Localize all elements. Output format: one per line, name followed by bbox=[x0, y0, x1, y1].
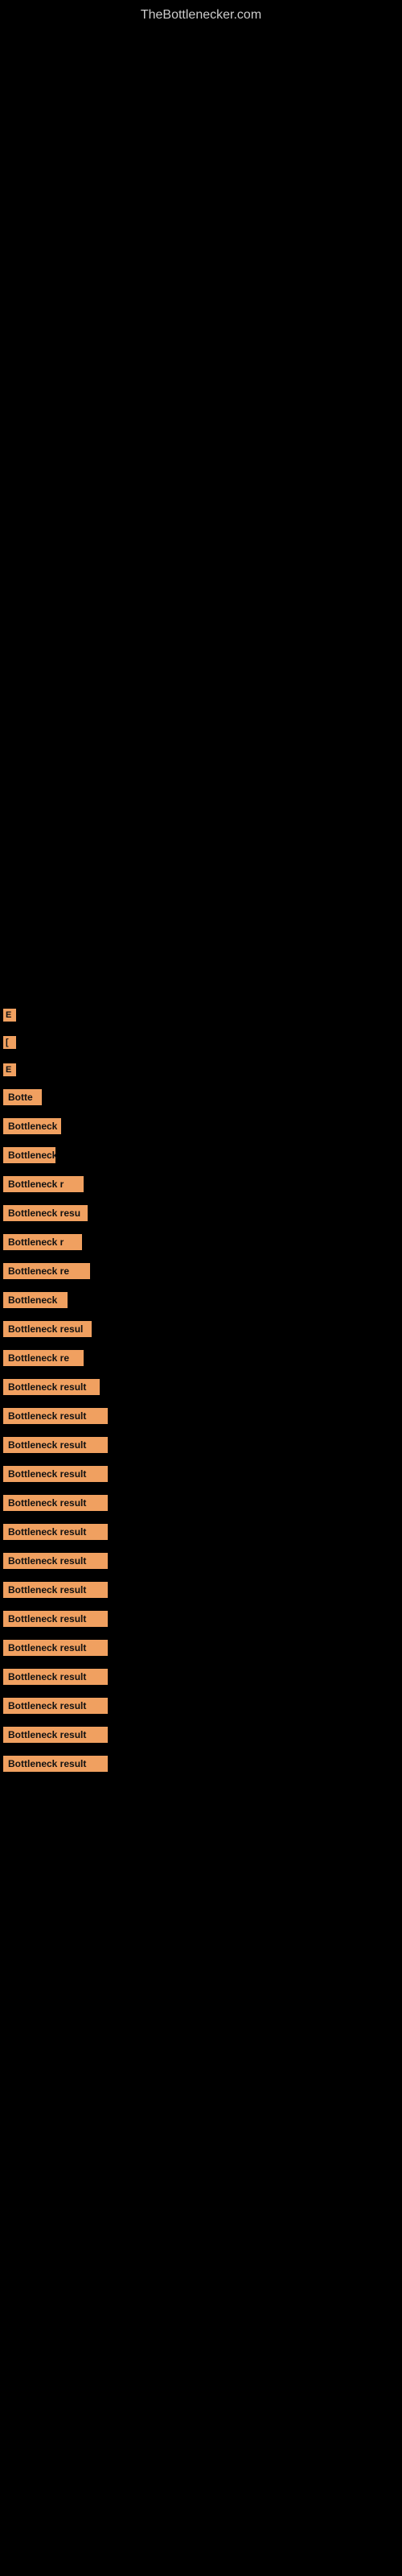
label-b10: Bottleneck re bbox=[2, 1350, 400, 1366]
label-b2: Bottleneck bbox=[2, 1118, 400, 1134]
label-b4: Bottleneck r bbox=[2, 1176, 400, 1192]
label-b3: Bottleneck bbox=[2, 1147, 400, 1163]
labels-section: E [ E Botte Bottleneck Bottleneck Bottle… bbox=[0, 997, 402, 1772]
label-b19: Bottleneck result bbox=[2, 1611, 400, 1627]
chart-area bbox=[0, 31, 402, 997]
label-b14: Bottleneck result bbox=[2, 1466, 400, 1482]
label-b18: Bottleneck result bbox=[2, 1582, 400, 1598]
label-e1: E bbox=[2, 1007, 400, 1022]
label-b15: Bottleneck result bbox=[2, 1495, 400, 1511]
label-e2: [ bbox=[2, 1034, 400, 1049]
label-b9: Bottleneck resul bbox=[2, 1321, 400, 1337]
label-b16: Bottleneck result bbox=[2, 1524, 400, 1540]
label-b5: Bottleneck resu bbox=[2, 1205, 400, 1221]
label-b23: Bottleneck result bbox=[2, 1727, 400, 1743]
label-b20: Bottleneck result bbox=[2, 1640, 400, 1656]
label-b17: Bottleneck result bbox=[2, 1553, 400, 1569]
label-b1: Botte bbox=[2, 1089, 400, 1105]
label-b21: Bottleneck result bbox=[2, 1669, 400, 1685]
site-title: TheBottlenecker.com bbox=[0, 0, 402, 31]
label-b13: Bottleneck result bbox=[2, 1437, 400, 1453]
label-b11: Bottleneck result bbox=[2, 1379, 400, 1395]
label-b24: Bottleneck result bbox=[2, 1756, 400, 1772]
label-b6: Bottleneck r bbox=[2, 1234, 400, 1250]
label-e3: E bbox=[2, 1062, 400, 1076]
label-b12: Bottleneck result bbox=[2, 1408, 400, 1424]
label-b7: Bottleneck re bbox=[2, 1263, 400, 1279]
label-b22: Bottleneck result bbox=[2, 1698, 400, 1714]
label-b8: Bottleneck bbox=[2, 1292, 400, 1308]
